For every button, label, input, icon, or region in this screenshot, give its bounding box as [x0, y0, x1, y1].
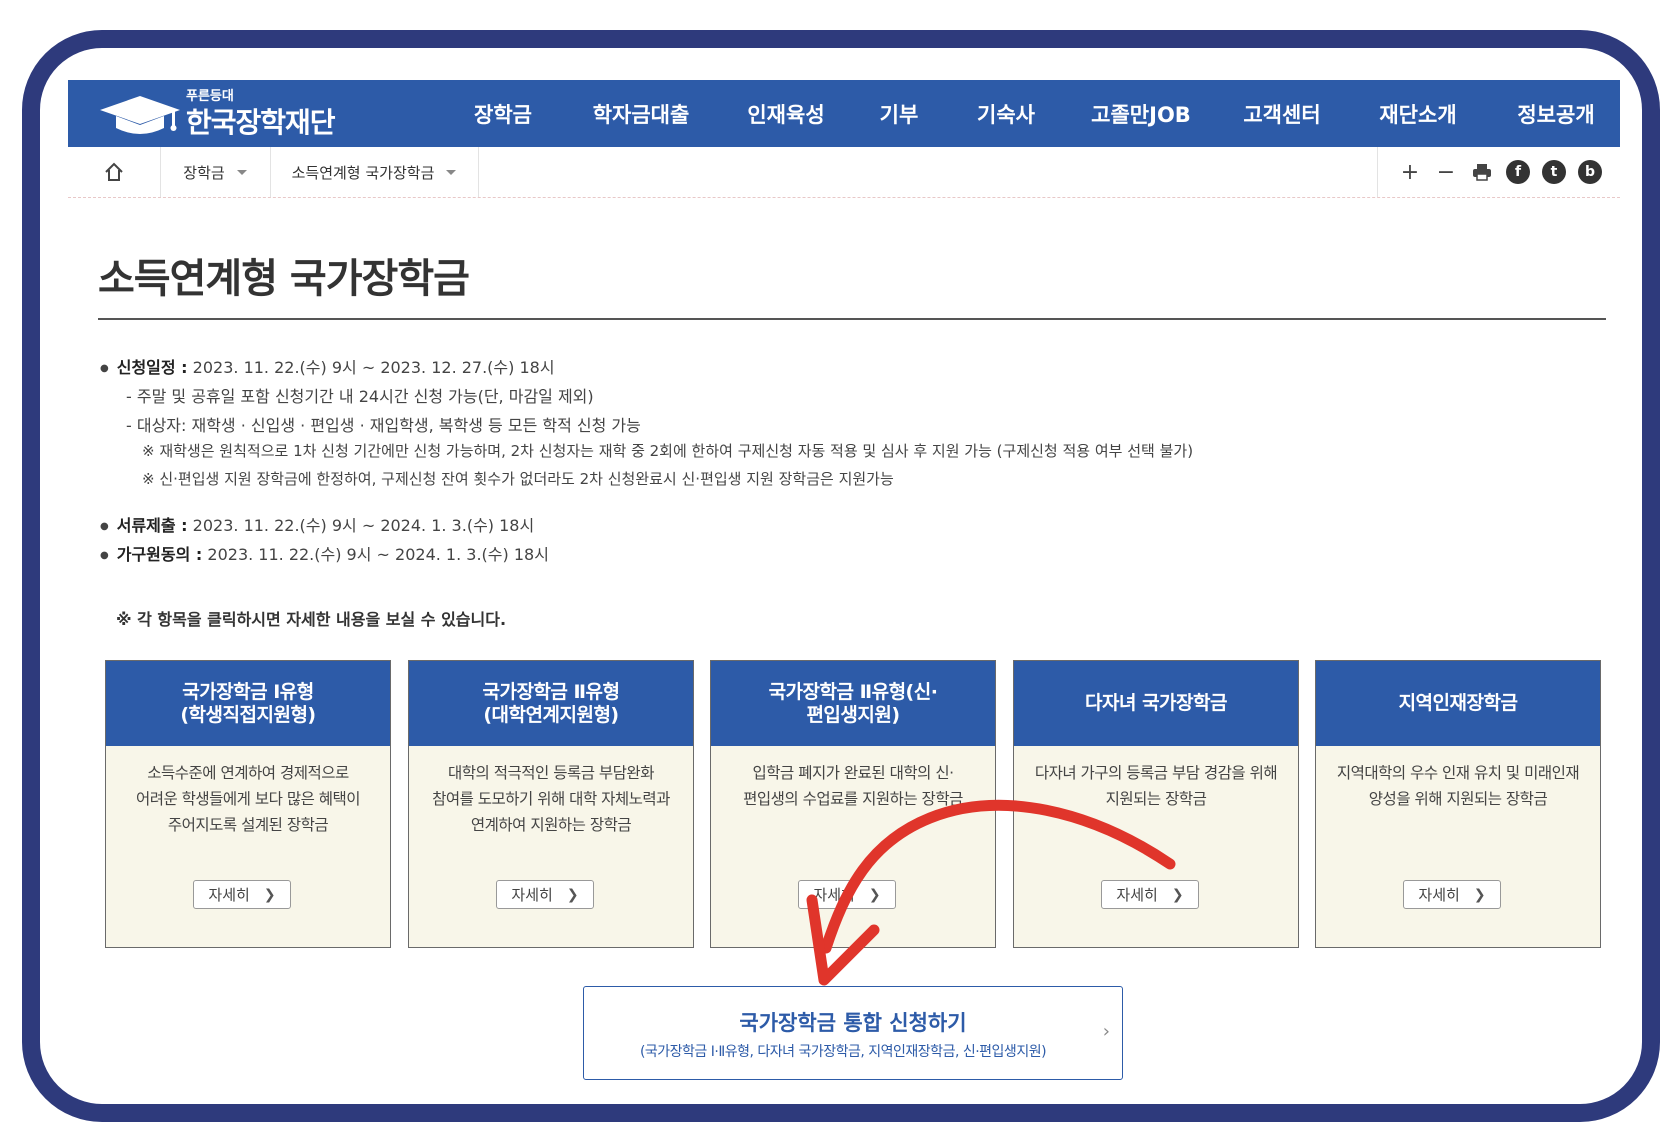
schedule-family-value: 2023. 11. 22.(수) 9시 ~ 2024. 1. 3.(수) 18시 [202, 545, 549, 564]
home-icon [105, 162, 123, 181]
print-button[interactable] [1470, 160, 1494, 184]
card-description: 소득수준에 연계하여 경제적으로 어려운 학생들에게 보다 많은 혜택이 주어지… [135, 764, 361, 834]
menu-item-customer-center[interactable]: 고객센터 [1220, 99, 1344, 129]
schedule-docs-label: 서류제출 : [116, 516, 188, 535]
menu-item-disclosure[interactable]: 정보공개 [1492, 99, 1620, 129]
card-more-button[interactable]: 자세히 ❯ [1403, 880, 1501, 909]
chevron-right-icon: › [1102, 1021, 1110, 1042]
schedule-family: 가구원동의 : 2023. 11. 22.(수) 9시 ~ 2024. 1. 3… [100, 541, 549, 565]
breadcrumb-level1[interactable]: 장학금 [160, 147, 271, 197]
graduation-cap-icon [100, 96, 180, 134]
menu-item-loan[interactable]: 학자금대출 [558, 99, 724, 129]
card-more-label: 자세히 [1116, 886, 1158, 904]
card-more-button[interactable]: 자세히 ❯ [496, 880, 594, 909]
chevron-right-icon: ❯ [566, 886, 579, 903]
schedule-docs-value: 2023. 11. 22.(수) 9시 ~ 2024. 1. 3.(수) 18시 [187, 516, 535, 535]
schedule-sub2: - 대상자: 재학생 · 신입생 · 편입생 · 재입학생, 복학생 등 모든 … [126, 416, 641, 435]
top-navigation: 푸른등대 한국장학재단 장학금 학자금대출 인재육성 기부 기숙사 고졸만JOB… [68, 80, 1620, 147]
menu-item-donation[interactable]: 기부 [848, 99, 950, 129]
card-title: 국가장학금 Ⅱ유형 (대학연계지원형) [409, 661, 693, 746]
schedule-sub1: - 주말 및 공휴일 포함 신청기간 내 24시간 신청 가능(단, 마감일 제… [126, 387, 594, 406]
zoom-in-button[interactable]: + [1398, 160, 1422, 185]
card-title: 다자녀 국가장학금 [1014, 661, 1298, 746]
integrated-apply-button[interactable]: 국가장학금 통합 신청하기 (국가장학금 Ⅰ·Ⅱ유형, 다자녀 국가장학금, 지… [583, 986, 1123, 1080]
card-more-button[interactable]: 자세히 ❯ [798, 880, 896, 909]
menu-item-about[interactable]: 재단소개 [1344, 99, 1492, 129]
breadcrumb-level2-label: 소득연계형 국가장학금 [291, 163, 435, 182]
card-multi-child[interactable]: 다자녀 국가장학금 다자녀 가구의 등록금 부담 경감을 위해 지원되는 장학금… [1013, 660, 1299, 948]
card-more-label: 자세히 [813, 886, 855, 904]
page-tools: + − f t b [1377, 147, 1602, 197]
card-type2-new-students[interactable]: 국가장학금 Ⅱ유형(신· 편입생지원) 입학금 폐지가 완료된 대학의 신· 편… [710, 660, 996, 948]
schedule-apply-value: 2023. 11. 22.(수) 9시 ~ 2023. 12. 27.(수) 1… [187, 358, 555, 377]
schedule-docs: 서류제출 : 2023. 11. 22.(수) 9시 ~ 2024. 1. 3.… [100, 512, 534, 536]
card-title: 지역인재장학금 [1316, 661, 1600, 746]
chevron-right-icon: ❯ [868, 886, 881, 903]
logo-name: 한국장학재단 [186, 106, 336, 139]
chevron-right-icon: ❯ [263, 886, 276, 903]
logo[interactable]: 푸른등대 한국장학재단 [98, 80, 358, 147]
card-title: 국가장학금 Ⅰ유형 (학생직접지원형) [106, 661, 390, 746]
print-icon [1473, 164, 1491, 181]
schedule-apply-label: 신청일정 : [116, 358, 188, 377]
card-description: 입학금 폐지가 완료된 대학의 신· 편입생의 수업료를 지원하는 장학금 [743, 764, 963, 808]
apply-button-label: 국가장학금 통합 신청하기 [739, 1011, 967, 1035]
breadcrumb: 장학금 소득연계형 국가장학금 + − f t b [68, 147, 1620, 198]
menu-item-scholarship[interactable]: 장학금 [448, 99, 558, 129]
breadcrumb-level2[interactable]: 소득연계형 국가장학금 [270, 147, 479, 197]
chevron-right-icon: ❯ [1171, 886, 1184, 903]
facebook-icon[interactable]: f [1506, 160, 1530, 184]
chevron-right-icon: ❯ [1473, 886, 1486, 903]
main-menu: 장학금 학자금대출 인재육성 기부 기숙사 고졸만JOB 고객센터 재단소개 정… [448, 80, 1620, 147]
card-type2[interactable]: 국가장학금 Ⅱ유형 (대학연계지원형) 대학의 적극적인 등록금 부담완화 참여… [408, 660, 694, 948]
card-description: 다자녀 가구의 등록금 부담 경감을 위해 지원되는 장학금 [1034, 764, 1278, 808]
chevron-down-icon [236, 169, 247, 175]
menu-item-dormitory[interactable]: 기숙사 [950, 99, 1062, 129]
notice-text: ※ 각 항목을 클릭하시면 자세한 내용을 보실 수 있습니다. [116, 610, 507, 629]
menu-item-job[interactable]: 고졸만JOB [1062, 99, 1220, 129]
menu-item-talent[interactable]: 인재육성 [724, 99, 848, 129]
card-title: 국가장학금 Ⅱ유형(신· 편입생지원) [711, 661, 995, 746]
schedule-apply: 신청일정 : 2023. 11. 22.(수) 9시 ~ 2023. 12. 2… [100, 354, 555, 378]
card-more-label: 자세히 [511, 886, 553, 904]
card-more-button[interactable]: 자세히 ❯ [193, 880, 291, 909]
home-button[interactable] [68, 147, 161, 197]
card-description: 대학의 적극적인 등록금 부담완화 참여를 도모하기 위해 대학 자체노력과 연… [432, 764, 670, 834]
breadcrumb-level1-label: 장학금 [183, 163, 225, 182]
page-title: 소득연계형 국가장학금 [98, 256, 470, 302]
zoom-out-button[interactable]: − [1434, 160, 1458, 185]
card-description: 지역대학의 우수 인재 유치 및 미래인재 양성을 위해 지원되는 장학금 [1336, 764, 1580, 808]
card-more-label: 자세히 [1418, 886, 1460, 904]
card-regional-talent[interactable]: 지역인재장학금 지역대학의 우수 인재 유치 및 미래인재 양성을 위해 지원되… [1315, 660, 1601, 948]
schedule-family-label: 가구원동의 : [116, 545, 203, 564]
card-more-label: 자세히 [208, 886, 250, 904]
twitter-icon[interactable]: t [1542, 160, 1566, 184]
chevron-down-icon [446, 169, 457, 175]
blog-icon[interactable]: b [1578, 160, 1602, 184]
schedule-note2: ※ 신·편입생 지원 장학금에 한정하여, 구제신청 잔여 횟수가 없더라도 2… [142, 470, 894, 488]
title-divider [98, 318, 1606, 320]
card-type1[interactable]: 국가장학금 Ⅰ유형 (학생직접지원형) 소득수준에 연계하여 경제적으로 어려운… [105, 660, 391, 948]
card-more-button[interactable]: 자세히 ❯ [1101, 880, 1199, 909]
schedule-note1: ※ 재학생은 원칙적으로 1차 신청 기간에만 신청 가능하며, 2차 신청자는… [142, 442, 1194, 460]
apply-button-sublabel: (국가장학금 Ⅰ·Ⅱ유형, 다자녀 국가장학금, 지역인재장학금, 신·편입생지… [639, 1044, 1047, 1060]
